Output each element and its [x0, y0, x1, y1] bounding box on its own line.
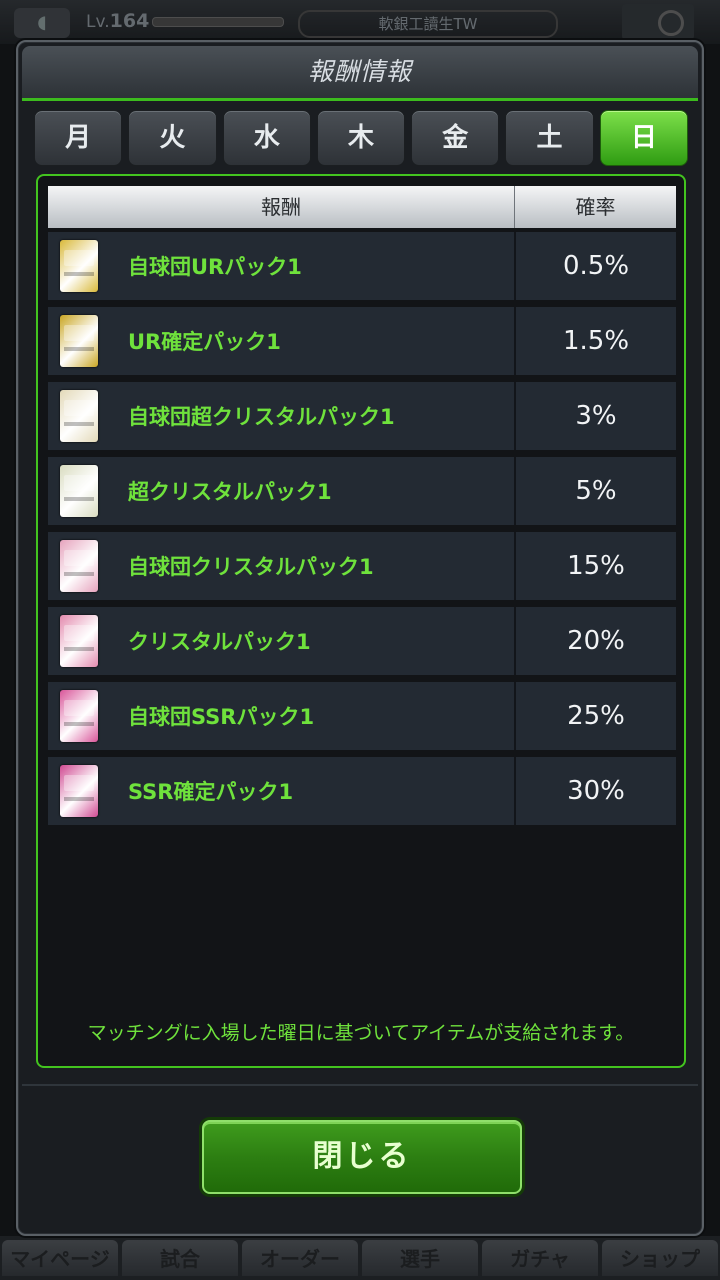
table-header: 報酬 確率 — [48, 186, 676, 228]
reward-table: 自球団URパック1 0.5% UR確定パック1 1.5% 自球団超クリスタルパッ… — [48, 232, 676, 832]
reward-info-modal: 報酬情報 月 火 水 木 金 土 日 報酬 確率 自球団URパック1 0.5% — [16, 40, 704, 1236]
reward-name: クリスタルパック1 — [128, 630, 311, 654]
reward-rate: 30% — [567, 776, 625, 806]
reward-cell: クリスタルパック1 — [48, 607, 516, 675]
table-row: SSR確定パック1 30% — [48, 757, 676, 825]
reward-rate: 20% — [567, 626, 625, 656]
reward-name: 自球団URパック1 — [128, 255, 302, 279]
reward-cell: 自球団超クリスタルパック1 — [48, 382, 516, 450]
pack-icon — [60, 690, 98, 742]
reward-name: 自球団超クリスタルパック1 — [128, 405, 395, 429]
tab-saturday[interactable]: 土 — [505, 110, 594, 166]
tab-monday[interactable]: 月 — [34, 110, 123, 166]
pack-icon — [60, 615, 98, 667]
table-row: 超クリスタルパック1 5% — [48, 457, 676, 525]
table-row: 自球団クリスタルパック1 15% — [48, 532, 676, 600]
close-button[interactable]: 閉じる — [202, 1120, 522, 1194]
pack-icon — [60, 240, 98, 292]
pack-icon — [60, 765, 98, 817]
table-row: UR確定パック1 1.5% — [48, 307, 676, 375]
reward-cell: UR確定パック1 — [48, 307, 516, 375]
reward-cell: 自球団URパック1 — [48, 232, 516, 300]
reward-name: 自球団SSRパック1 — [128, 705, 315, 729]
pack-icon — [60, 390, 98, 442]
day-tabs: 月 火 水 木 金 土 日 — [34, 110, 688, 166]
reward-cell: 自球団SSRパック1 — [48, 682, 516, 750]
reward-panel: 報酬 確率 自球団URパック1 0.5% UR確定パック1 1.5% 自球団超ク… — [36, 174, 686, 1068]
table-row: 自球団超クリスタルパック1 3% — [48, 382, 676, 450]
reward-rate: 1.5% — [562, 326, 630, 356]
modal-header: 報酬情報 — [22, 46, 698, 101]
reward-rate: 25% — [567, 701, 625, 731]
reward-rate: 0.5% — [562, 251, 630, 281]
tab-friday[interactable]: 金 — [411, 110, 500, 166]
tab-wednesday[interactable]: 水 — [222, 110, 311, 166]
reward-rate: 3% — [575, 401, 617, 431]
reward-name: 超クリスタルパック1 — [128, 480, 332, 504]
table-row: 自球団URパック1 0.5% — [48, 232, 676, 300]
pack-icon — [60, 540, 98, 592]
reward-rate: 5% — [575, 476, 617, 506]
tab-thursday[interactable]: 木 — [316, 110, 406, 166]
reward-name: 自球団クリスタルパック1 — [128, 555, 374, 579]
header-reward: 報酬 — [48, 186, 515, 228]
tab-sunday[interactable]: 日 — [599, 110, 688, 166]
pack-icon — [60, 465, 98, 517]
reward-cell: SSR確定パック1 — [48, 757, 516, 825]
reward-name: UR確定パック1 — [128, 330, 281, 354]
reward-rate: 15% — [567, 551, 625, 581]
reward-name: SSR確定パック1 — [128, 780, 294, 804]
reward-cell: 自球団クリスタルパック1 — [48, 532, 516, 600]
tab-tuesday[interactable]: 火 — [128, 110, 217, 166]
footer-divider — [22, 1084, 698, 1086]
pack-icon — [60, 315, 98, 367]
reward-cell: 超クリスタルパック1 — [48, 457, 516, 525]
header-rate: 確率 — [575, 195, 616, 219]
modal-title: 報酬情報 — [307, 57, 412, 86]
table-row: クリスタルパック1 20% — [48, 607, 676, 675]
table-row: 自球団SSRパック1 25% — [48, 682, 676, 750]
distribution-note: マッチングに入場した曜日に基づいてアイテムが支給されます。 — [87, 1022, 635, 1044]
